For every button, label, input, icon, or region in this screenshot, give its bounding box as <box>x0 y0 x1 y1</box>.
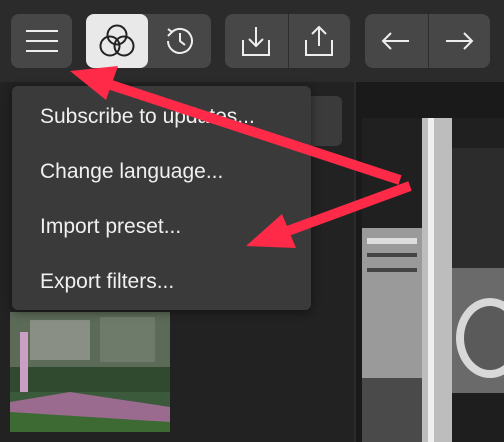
menu-item-export-filters[interactable]: Export filters... <box>12 254 311 309</box>
share-icon <box>302 24 336 58</box>
top-toolbar <box>0 0 504 82</box>
download-tray-icon <box>239 24 273 58</box>
overlapping-circles-icon <box>97 23 137 59</box>
share-button[interactable] <box>288 14 350 68</box>
hamburger-icon <box>25 29 58 53</box>
undo-arrow-icon <box>380 29 412 53</box>
history-button[interactable] <box>149 14 211 68</box>
filter-thumbnail[interactable] <box>10 312 170 432</box>
menu-item-change-language[interactable]: Change language... <box>12 144 311 199</box>
photo-preview[interactable] <box>362 118 504 442</box>
menu-item-import-preset[interactable]: Import preset... <box>12 199 311 254</box>
filters-button[interactable] <box>86 14 148 68</box>
clock-rewind-icon <box>162 23 198 59</box>
menu-item-subscribe[interactable]: Subscribe to updates... <box>12 89 311 144</box>
redo-arrow-icon <box>443 29 475 53</box>
undo-button[interactable] <box>365 14 427 68</box>
import-button[interactable] <box>225 14 287 68</box>
redo-button[interactable] <box>428 14 490 68</box>
app-menu-dropdown: Subscribe to updates... Change language.… <box>12 86 311 310</box>
menu-button[interactable] <box>11 14 72 68</box>
